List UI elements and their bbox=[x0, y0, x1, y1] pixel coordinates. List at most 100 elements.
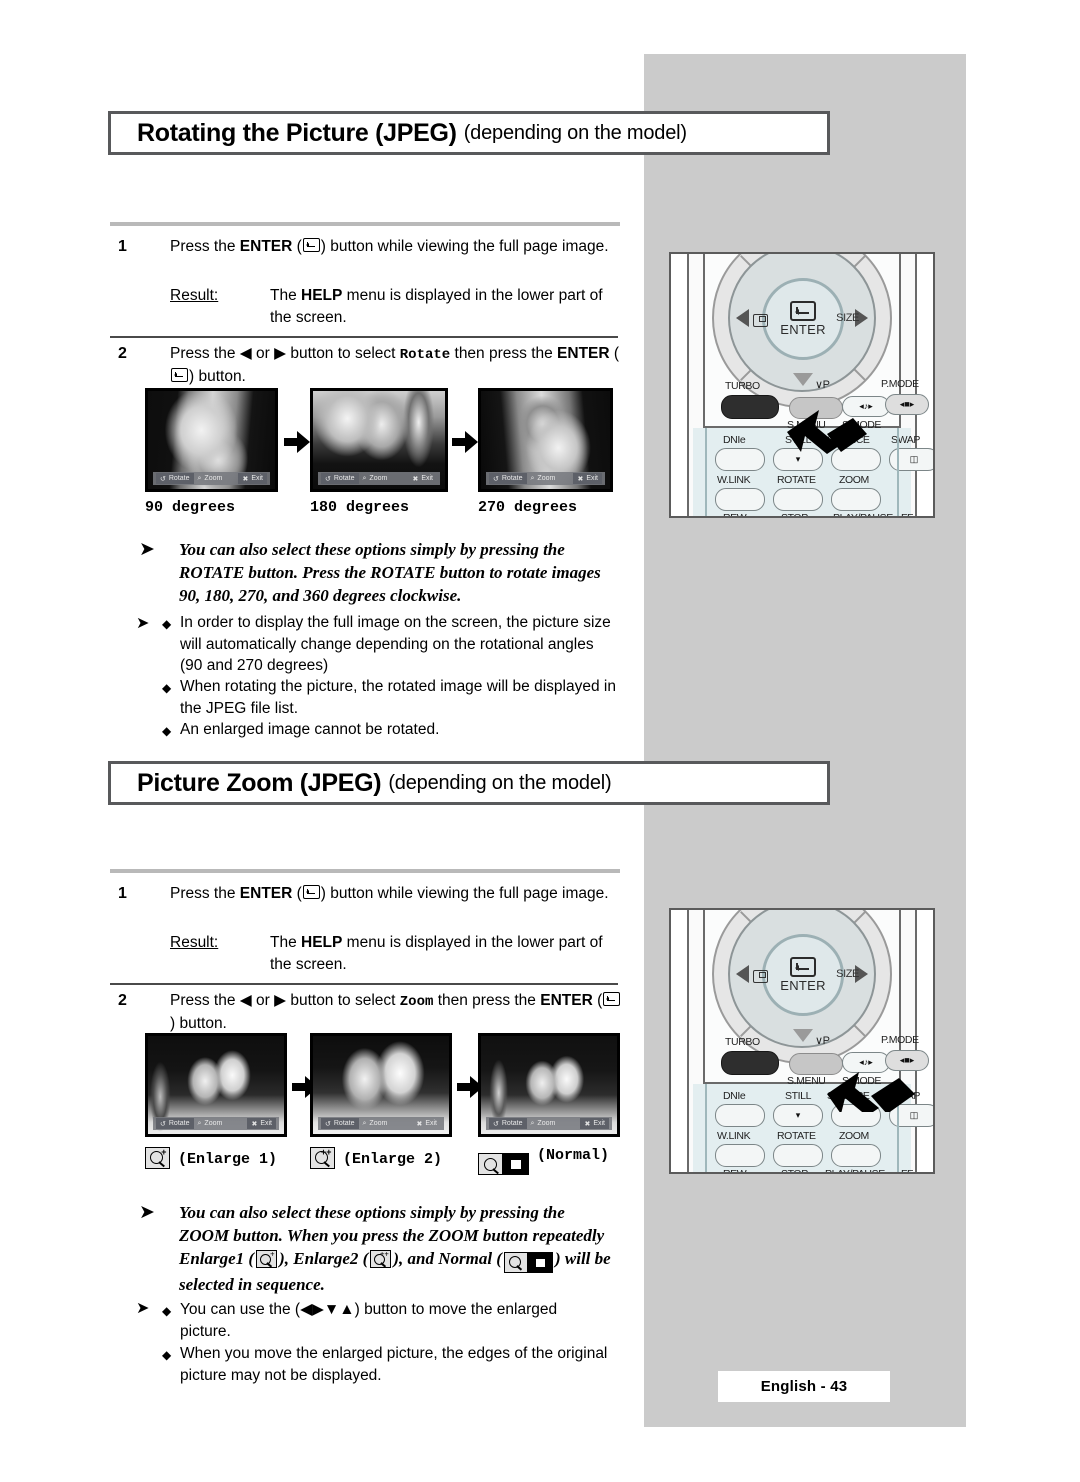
osd-bar: ↺ Rotate ⌕ Zoom ✖ Exit bbox=[486, 1117, 612, 1130]
osd-bar: ↺ Rotate ⌕ Zoom ✖ Exit bbox=[153, 1117, 279, 1130]
osd-item-rotate: ↺ Rotate bbox=[156, 1118, 194, 1129]
arrow-left-icon: ◀ bbox=[239, 992, 252, 1009]
zoom-glyph-icon: ⌕ bbox=[362, 1119, 367, 1127]
swap-button[interactable]: ◫ bbox=[889, 448, 933, 471]
enter-icon bbox=[171, 368, 188, 382]
magnifier-plus-plus-icon: ++ bbox=[310, 1147, 335, 1174]
callout-arrow-rotate-icon bbox=[787, 410, 867, 454]
section-subtitle-rotate: (depending on the model) bbox=[463, 121, 687, 144]
ff-label: FF bbox=[901, 512, 914, 518]
wlink-label: W.LINK bbox=[717, 1130, 751, 1142]
dnie-button[interactable] bbox=[715, 1104, 765, 1127]
step-number: 1 bbox=[118, 238, 127, 255]
rew-label: REW bbox=[723, 512, 747, 518]
remote-control-diagram-rotate: ENTER SIZE TURBO S.MENU ∨P ◂♪▸ S.MODE P.… bbox=[669, 252, 935, 518]
osd-item-exit: ✖ Exit bbox=[238, 473, 267, 484]
result-label: Result: bbox=[170, 934, 219, 951]
magnifier-plus-plus-icon: ++ bbox=[370, 1250, 392, 1268]
rule-top-zoom bbox=[110, 869, 620, 873]
step-text: Press the ENTER () button while viewing … bbox=[170, 238, 609, 255]
stop-label: STOP bbox=[781, 1168, 808, 1174]
exit-glyph-icon: ✖ bbox=[584, 1120, 591, 1128]
osd-bar: ↺ Rotate ⌕ Zoom ✖ Exit bbox=[153, 472, 270, 485]
thumbnail-180-degrees: ↺ Rotate ⌕ Zoom ✖ Exit bbox=[310, 388, 448, 492]
rule-mid-rotate bbox=[110, 336, 618, 338]
osd-bar: ↺ Rotate ⌕ Zoom ✖ Exit bbox=[318, 472, 440, 485]
note-bullet-zoom-1: You can use the (◀▶▼▲) button to move th… bbox=[180, 1301, 558, 1340]
exit-glyph-icon: ✖ bbox=[412, 475, 419, 483]
bullet-diamond-icon: ◆ bbox=[162, 681, 172, 695]
play-pause-label: PLAY/PAUSE bbox=[825, 1168, 885, 1174]
thumbnail-normal: ↺ Rotate ⌕ Zoom ✖ Exit bbox=[478, 1033, 620, 1137]
wlink-button[interactable] bbox=[715, 488, 765, 511]
osd-item-zoom: ⌕ Zoom bbox=[530, 1119, 556, 1128]
arrow-right-icon: ▶ bbox=[274, 345, 287, 362]
rotate-glyph-icon: ↺ bbox=[493, 1120, 499, 1128]
pip-icon[interactable] bbox=[753, 970, 768, 983]
enter-icon bbox=[603, 992, 621, 1006]
section-subtitle-zoom: (depending on the model) bbox=[388, 771, 612, 794]
dpad-left-icon[interactable] bbox=[736, 965, 749, 983]
osd-item-exit: ✖ Exit bbox=[573, 473, 602, 484]
pip-icon[interactable] bbox=[753, 314, 768, 327]
osd-item-zoom: ⌕ Zoom bbox=[197, 474, 223, 483]
enter-icon bbox=[302, 238, 320, 252]
magnifier-plus-icon: + bbox=[256, 1250, 278, 1268]
osd-item-zoom: ⌕ Zoom bbox=[362, 474, 388, 483]
thumbnail-enlarge-1: ↺ Rotate ⌕ Zoom ✖ Exit bbox=[145, 1033, 287, 1137]
play-pause-label: PLAY/PAUSE bbox=[833, 512, 893, 518]
wlink-button[interactable] bbox=[715, 1144, 765, 1167]
step-2-zoom: 2 Press the ◀ or ▶ button to select Zoom… bbox=[118, 990, 623, 1035]
rotate-glyph-icon: ↺ bbox=[325, 475, 331, 483]
dnie-label: DNIe bbox=[723, 1090, 746, 1102]
zoom-glyph-icon: ⌕ bbox=[197, 1119, 202, 1127]
dpad-down-icon[interactable] bbox=[793, 1029, 813, 1042]
page-number-label: English - 43 bbox=[760, 1378, 848, 1395]
zoom-glyph-icon: ⌕ bbox=[362, 474, 367, 482]
section-heading-rotate: Rotating the Picture (JPEG) (depending o… bbox=[108, 111, 830, 155]
osd-item-zoom: ⌕ Zoom bbox=[362, 1119, 388, 1128]
osd-item-exit: ✖ Exit bbox=[247, 1118, 276, 1129]
magnifier-normal-icon bbox=[478, 1153, 529, 1175]
magnifier-normal-icon bbox=[503, 1252, 553, 1273]
rotate-button[interactable] bbox=[773, 1144, 823, 1167]
note-italic-zoom: You can also select these options simply… bbox=[179, 1203, 611, 1294]
magnifier-plus-icon: + bbox=[145, 1147, 170, 1174]
zoom-button[interactable] bbox=[831, 488, 881, 511]
menu-option-rotate: Rotate bbox=[399, 347, 451, 363]
osd-item-rotate: ↺ Rotate bbox=[321, 1118, 359, 1129]
thumbnail-270-degrees: ↺ Rotate ⌕ Zoom ✖ Exit bbox=[478, 388, 613, 492]
result-label: Result: bbox=[170, 287, 219, 304]
osd-item-exit: ✖ Exit bbox=[580, 1118, 609, 1129]
zoom-glyph-icon: ⌕ bbox=[530, 1119, 535, 1127]
thumbnail-caption-normal: (Normal) bbox=[478, 1147, 609, 1175]
swap-label: SWAP bbox=[891, 434, 920, 446]
swap-glyph-icon: ◫ bbox=[909, 454, 919, 464]
thumbnail-90-degrees: ↺ Rotate ⌕ Zoom ✖ Exit bbox=[145, 388, 278, 492]
zoom-button[interactable] bbox=[831, 1144, 881, 1167]
thumbnail-caption: 180 degrees bbox=[310, 499, 410, 516]
remote-left-edge bbox=[671, 910, 689, 1172]
note-pointer-icon: ➤ bbox=[139, 1201, 155, 1223]
dnie-button[interactable] bbox=[715, 448, 765, 471]
step-1-rotate: 1 Press the ENTER () button while viewin… bbox=[118, 236, 618, 258]
osd-item-rotate: ↺ Rotate bbox=[489, 473, 527, 484]
turbo-button[interactable] bbox=[721, 1051, 779, 1075]
note-pointer-icon: ➤ bbox=[136, 1298, 150, 1317]
step-text: Press the ◀ or ▶ button to select Rotate… bbox=[170, 345, 620, 385]
rotate-button[interactable] bbox=[773, 488, 823, 511]
rotate-glyph-icon: ↺ bbox=[325, 1120, 331, 1128]
osd-item-zoom: ⌕ Zoom bbox=[197, 1119, 223, 1128]
thumbnail-caption: 270 degrees bbox=[478, 499, 578, 516]
zoom-label: ZOOM bbox=[839, 1130, 869, 1142]
note-pointer-icon: ➤ bbox=[136, 613, 150, 632]
section-title-rotate: Rotating the Picture (JPEG) bbox=[137, 118, 457, 147]
bullet-diamond-icon: ◆ bbox=[162, 724, 172, 738]
thumbnail-enlarge-2: ↺ Rotate ⌕ Zoom ✖ Exit bbox=[310, 1033, 452, 1137]
pmode-button[interactable]: ◂■▸ bbox=[885, 394, 929, 415]
still-label: STILL bbox=[785, 1090, 812, 1102]
osd-item-rotate: ↺ Rotate bbox=[489, 1118, 527, 1129]
step-1-result-rotate: Result: The HELP menu is displayed in th… bbox=[170, 285, 620, 329]
turbo-label: TURBO bbox=[725, 1036, 760, 1048]
dpad-left-icon[interactable] bbox=[736, 309, 749, 327]
